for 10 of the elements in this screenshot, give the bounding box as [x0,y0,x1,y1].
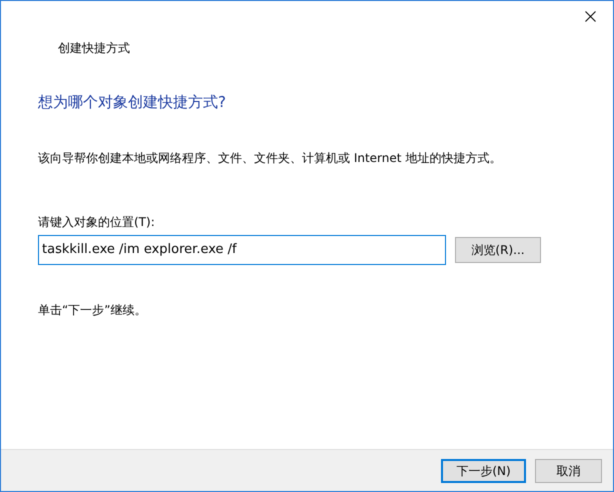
browse-button[interactable]: 浏览(R)... [455,236,541,262]
cancel-button[interactable]: 取消 [535,458,602,482]
description-text: 该向导帮你创建本地或网络程序、文件、文件夹、计算机或 Internet 地址的快捷方式。 [38,150,502,164]
location-field[interactable]: taskkill.exe /im explorer.exe /f [38,234,446,264]
next-button[interactable]: 下一步(N) [441,458,526,482]
window-title: 创建快捷方式 [58,41,130,55]
field-label: 请键入对象的位置(T): [38,214,155,228]
close-icon [584,10,596,22]
page-heading: 想为哪个对象创建快捷方式? [38,93,226,111]
hint-text: 单击“下一步”继续。 [38,302,146,316]
